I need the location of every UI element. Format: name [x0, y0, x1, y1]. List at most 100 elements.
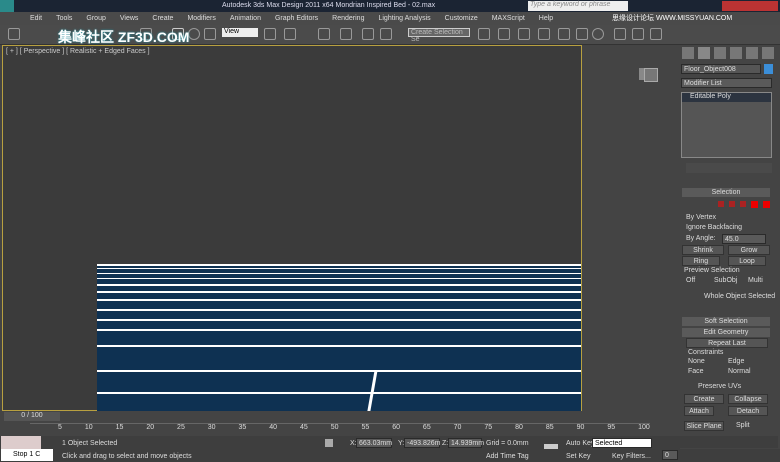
viewport-navigation-controls[interactable] — [680, 449, 780, 462]
ignore-backfacing-checkbox[interactable]: Ignore Backfacing — [686, 224, 742, 231]
menu-help[interactable]: Help — [539, 15, 553, 22]
align-icon[interactable] — [498, 28, 510, 40]
by-angle-checkbox[interactable]: By Angle: — [686, 235, 716, 242]
border-icon[interactable] — [740, 201, 746, 207]
menu-create[interactable]: Create — [152, 15, 173, 22]
viewport-label[interactable]: [ + ] [ Perspective ] [ Realistic + Edge… — [6, 48, 150, 55]
loop-button[interactable]: Loop — [728, 256, 766, 266]
key-icon[interactable] — [544, 444, 558, 449]
scale-icon[interactable] — [204, 28, 216, 40]
preserve-uvs-checkbox[interactable]: Preserve UVs — [698, 383, 741, 390]
frame-ruler[interactable]: 5 10 15 20 25 30 35 40 45 50 55 60 65 70 75 80 85 90 95 100 — [30, 423, 650, 435]
menu-lighting-analysis[interactable]: Lighting Analysis — [378, 15, 430, 22]
lock-icon[interactable] — [325, 439, 333, 447]
material-editor-icon[interactable] — [592, 28, 604, 40]
menu-animation[interactable]: Animation — [230, 15, 261, 22]
repeat-last-button[interactable]: Repeat Last — [686, 338, 768, 348]
constraint-edge-radio[interactable]: Edge — [728, 358, 744, 365]
object-name-field[interactable]: Floor_Object008 — [681, 64, 761, 74]
edge-icon[interactable] — [729, 201, 735, 207]
vertex-icon[interactable] — [718, 201, 724, 207]
create-button[interactable]: Create — [684, 394, 724, 404]
soft-selection-rollout[interactable]: Soft Selection — [682, 317, 770, 326]
layer-icon[interactable] — [518, 28, 530, 40]
rotate-icon[interactable] — [188, 28, 200, 40]
stack-item-editable-poly[interactable]: Editable Poly — [682, 93, 771, 102]
render-setup-icon[interactable] — [614, 28, 626, 40]
constraint-normal-radio[interactable]: Normal — [728, 368, 751, 375]
x-coordinate[interactable]: 663.03mm — [356, 438, 392, 448]
menu-tools[interactable]: Tools — [56, 15, 72, 22]
polygon-icon[interactable] — [751, 201, 758, 208]
utilities-tab-icon[interactable] — [762, 47, 774, 59]
key-filters-button[interactable]: Key Filters... — [612, 453, 651, 460]
ring-button[interactable]: Ring — [682, 256, 720, 266]
hierarchy-tab-icon[interactable] — [714, 47, 726, 59]
grow-button[interactable]: Grow — [728, 245, 770, 255]
split-checkbox[interactable]: Split — [736, 422, 750, 429]
select-manipulate-icon[interactable] — [284, 28, 296, 40]
auto-key-button[interactable]: Auto Key — [566, 440, 594, 447]
preview-subobj-radio[interactable]: SubObj — [714, 277, 737, 284]
stack-controls[interactable] — [686, 163, 772, 173]
menu-edit[interactable]: Edit — [30, 15, 42, 22]
floor-object[interactable] — [97, 264, 581, 411]
menu-group[interactable]: Group — [86, 15, 105, 22]
element-icon[interactable] — [763, 201, 770, 208]
link-icon[interactable] — [8, 28, 20, 40]
edit-geometry-rollout[interactable]: Edit Geometry — [682, 328, 770, 337]
schematic-icon[interactable] — [576, 28, 588, 40]
menu-customize[interactable]: Customize — [445, 15, 478, 22]
timeline[interactable]: 0 / 100 5 10 15 20 25 30 35 40 45 50 55 60 65 70 75 80 8… — [0, 411, 680, 436]
window-controls[interactable] — [722, 1, 778, 11]
graphite-icon[interactable] — [538, 28, 550, 40]
search-input[interactable]: Type a keyword or phrase — [528, 1, 628, 11]
angle-spinner[interactable]: 45.0 — [722, 234, 766, 244]
y-coordinate[interactable]: -493.826m — [404, 438, 440, 448]
selection-rollout[interactable]: Selection — [682, 188, 770, 197]
object-color-swatch[interactable] — [764, 64, 773, 74]
named-selection-set[interactable]: Create Selection Se — [408, 28, 470, 43]
z-coordinate[interactable]: 14.939mm — [448, 438, 484, 448]
menu-graph-editors[interactable]: Graph Editors — [275, 15, 318, 22]
modify-tab-icon[interactable] — [698, 47, 710, 59]
rendered-frame-icon[interactable] — [632, 28, 644, 40]
slice-plane-button[interactable]: Slice Plane — [684, 421, 724, 431]
add-time-tag[interactable]: Add Time Tag — [486, 453, 529, 460]
perspective-viewport[interactable]: [ + ] [ Perspective ] [ Realistic + Edge… — [2, 45, 651, 411]
modifier-list-dropdown[interactable]: Modifier List — [681, 78, 772, 88]
angle-snap-icon[interactable] — [340, 28, 352, 40]
reference-coord-select[interactable]: View — [222, 28, 258, 37]
shrink-button[interactable]: Shrink — [682, 245, 724, 255]
pivot-icon[interactable] — [264, 28, 276, 40]
constraint-face-radio[interactable]: Face — [688, 368, 704, 375]
menu-rendering[interactable]: Rendering — [332, 15, 364, 22]
menu-maxscript[interactable]: MAXScript — [492, 15, 525, 22]
percent-snap-icon[interactable] — [362, 28, 374, 40]
detach-button[interactable]: Detach — [728, 406, 768, 416]
time-slider[interactable]: 0 / 100 — [4, 412, 60, 421]
maxscript-listener[interactable] — [1, 436, 41, 449]
motion-tab-icon[interactable] — [730, 47, 742, 59]
display-tab-icon[interactable] — [746, 47, 758, 59]
constraint-none-radio[interactable]: None — [688, 358, 705, 365]
current-frame-field[interactable]: 0 — [662, 450, 678, 460]
viewcube[interactable] — [644, 68, 658, 82]
spinner-snap-icon[interactable] — [380, 28, 392, 40]
collapse-button[interactable]: Collapse — [728, 394, 768, 404]
by-vertex-checkbox[interactable]: By Vertex — [686, 214, 716, 221]
create-tab-icon[interactable] — [682, 47, 694, 59]
preview-off-radio[interactable]: Off — [686, 277, 695, 284]
key-mode-select[interactable]: Selected — [592, 438, 652, 448]
snap-icon[interactable] — [318, 28, 330, 40]
set-key-button[interactable]: Set Key — [566, 453, 591, 460]
menu-views[interactable]: Views — [120, 15, 139, 22]
curve-editor-icon[interactable] — [558, 28, 570, 40]
render-icon[interactable] — [650, 28, 662, 40]
playback-controls[interactable] — [662, 436, 778, 448]
menu-modifiers[interactable]: Modifiers — [187, 15, 215, 22]
mirror-icon[interactable] — [478, 28, 490, 40]
attach-button[interactable]: Attach — [684, 406, 714, 416]
preview-multi-radio[interactable]: Multi — [748, 277, 763, 284]
maxscript-mini-input[interactable]: Stop 1 C — [1, 449, 53, 461]
